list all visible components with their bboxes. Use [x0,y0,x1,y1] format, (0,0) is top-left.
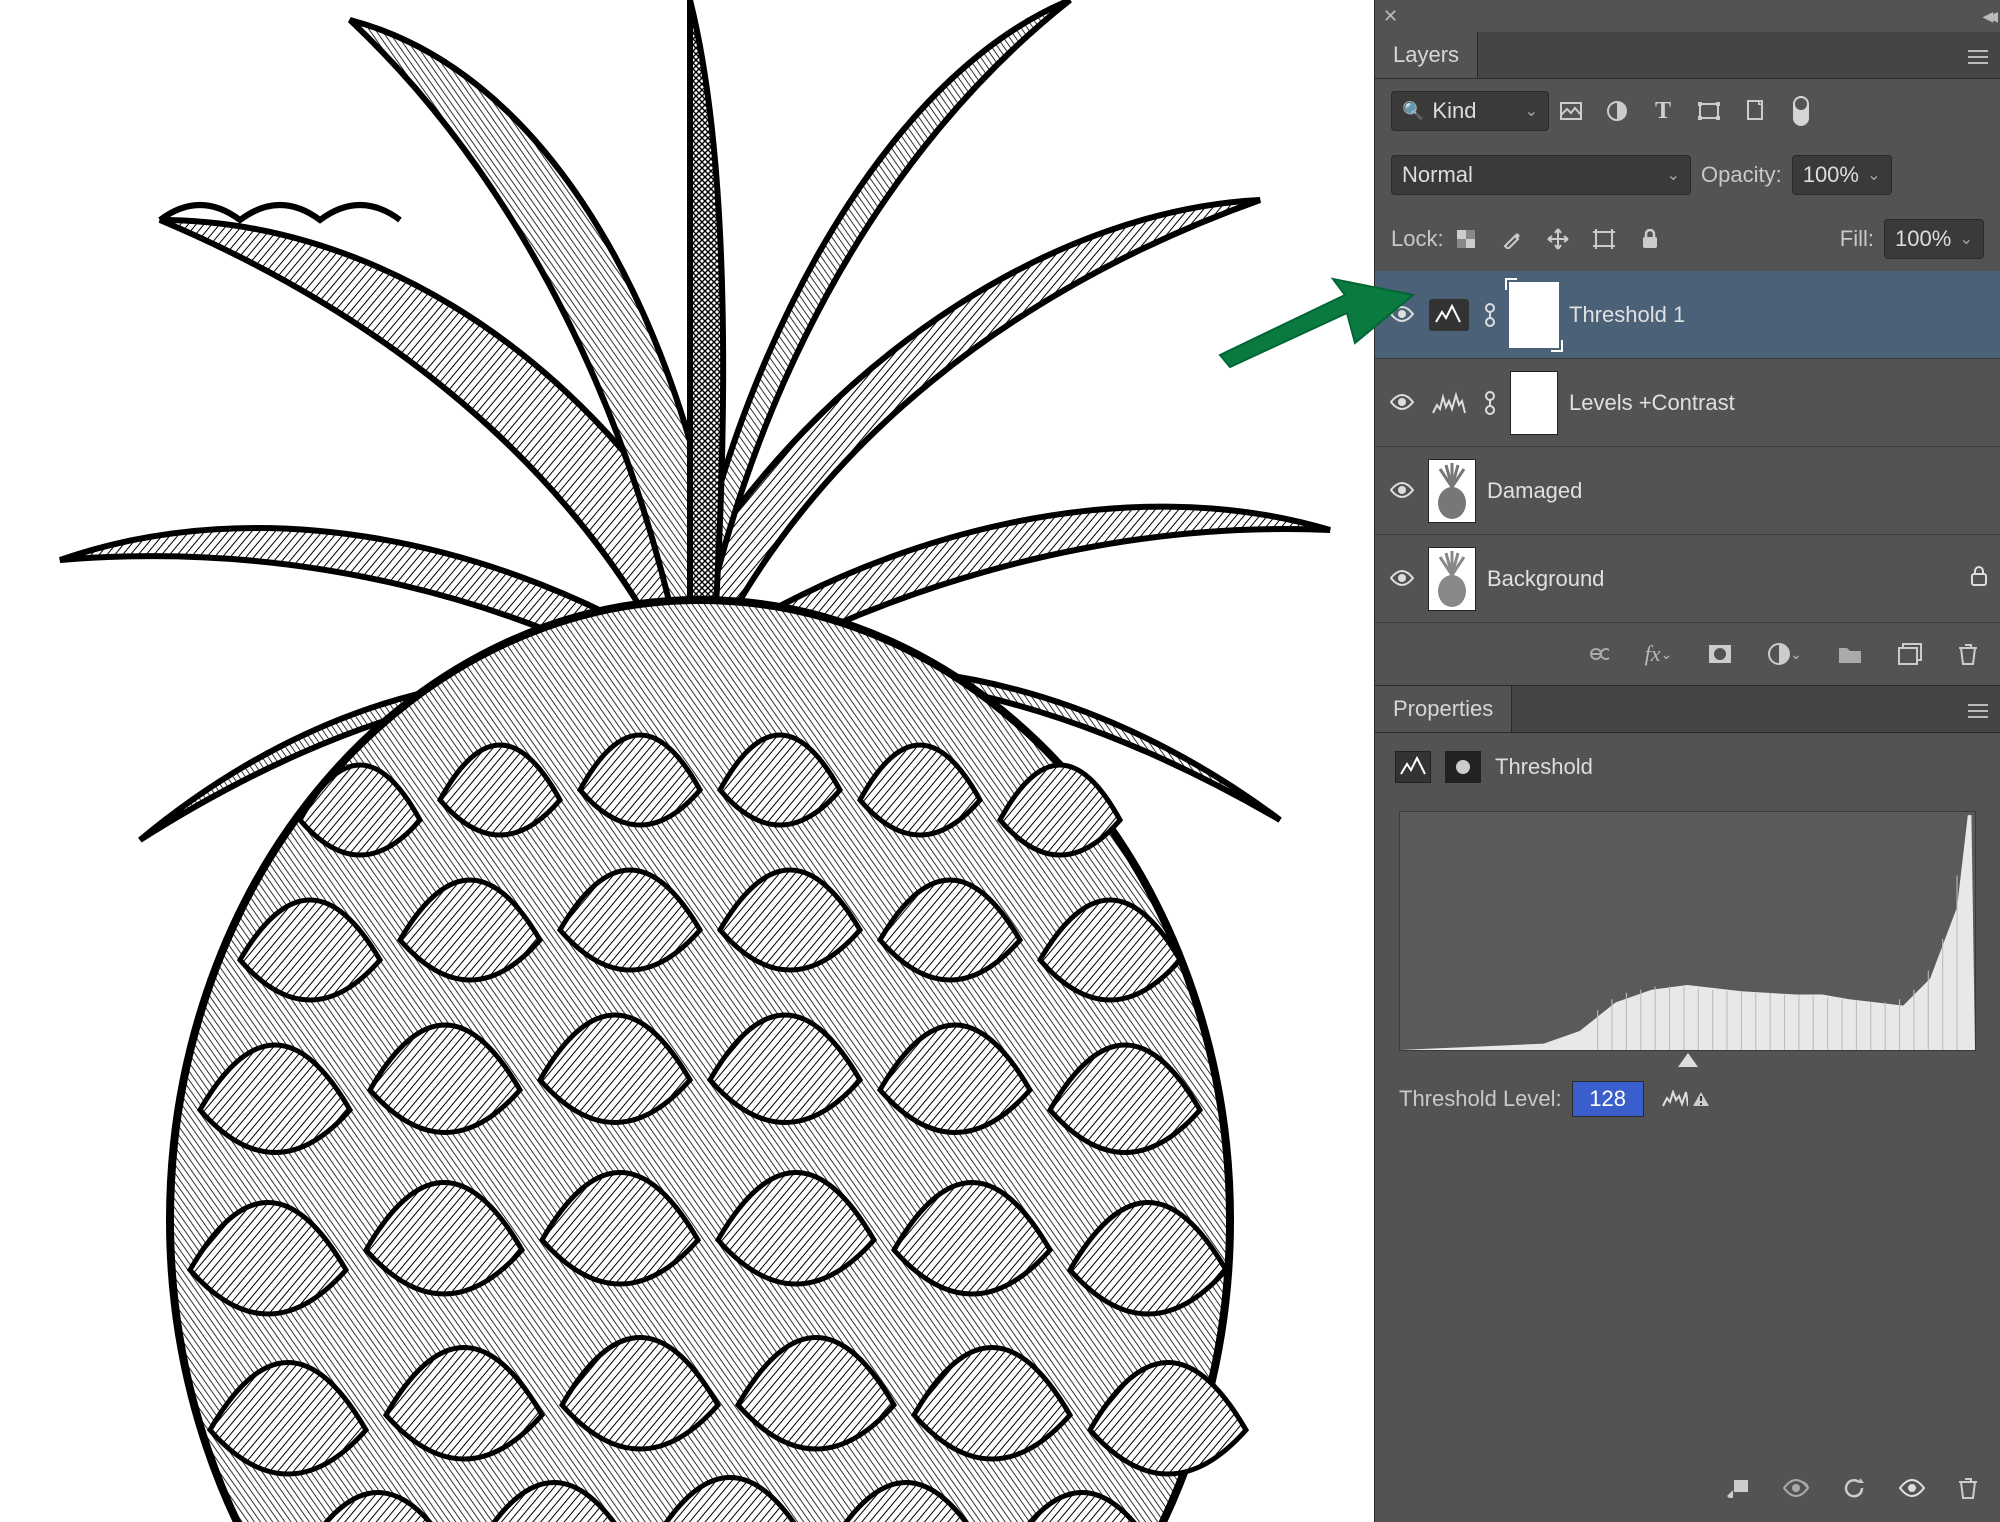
threshold-adjustment-icon [1429,299,1469,331]
fill-label: Fill: [1840,226,1874,252]
layer-thumbnail[interactable] [1429,548,1475,610]
collapse-panel-icon[interactable]: ◀◀ [1982,8,1992,25]
layer-list: Threshold 1 Levels +Contrast Damaged Bac… [1375,271,2000,623]
properties-bottom-toolbar [1375,1462,2000,1522]
blend-mode-select[interactable]: Normal ⌄ [1391,155,1691,195]
layer-background[interactable]: Background [1375,535,2000,623]
add-mask-icon[interactable] [1708,641,1732,667]
fill-value: 100% [1895,226,1951,252]
filter-pixel-icon[interactable] [1559,99,1583,123]
lock-position-icon[interactable] [1546,227,1570,251]
layer-name[interactable]: Background [1487,566,1604,592]
new-layer-icon[interactable] [1898,641,1922,667]
lock-icon[interactable] [1970,566,1988,592]
layer-levels-contrast[interactable]: Levels +Contrast [1375,359,2000,447]
delete-layer-icon[interactable] [1958,641,1978,667]
lock-artboard-icon[interactable] [1592,227,1616,251]
lock-transparency-icon[interactable] [1454,227,1478,251]
opacity-input[interactable]: 100% ⌄ [1792,155,1892,195]
properties-panel-tabs: Properties [1375,686,2000,733]
layer-name[interactable]: Damaged [1487,478,1582,504]
layer-mask-thumb[interactable] [1511,284,1557,346]
blend-mode-value: Normal [1402,162,1473,188]
view-previous-icon[interactable] [1782,1476,1810,1500]
visibility-toggle[interactable] [1387,566,1417,592]
reset-icon[interactable] [1842,1476,1866,1500]
chevron-down-icon: ⌄ [1960,229,1973,249]
opacity-label: Opacity: [1701,162,1782,188]
threshold-icon [1395,751,1431,783]
layer-name[interactable]: Threshold 1 [1569,302,1685,328]
visibility-toggle[interactable] [1387,478,1417,504]
threshold-histogram[interactable] [1399,811,1976,1051]
search-icon: 🔍 [1402,101,1424,122]
clip-to-layer-icon[interactable] [1726,1476,1750,1500]
layer-filter-kind-select[interactable]: 🔍 Kind ⌄ [1391,91,1549,131]
opacity-value: 100% [1803,162,1859,188]
document-canvas[interactable] [0,0,1374,1522]
filter-type-icon[interactable]: T [1651,99,1675,123]
toggle-visibility-icon[interactable] [1898,1476,1926,1500]
threshold-level-input[interactable] [1572,1081,1644,1117]
link-layers-icon[interactable] [1583,641,1609,667]
close-icon[interactable]: ✕ [1383,6,1398,27]
mask-icon[interactable] [1445,751,1481,783]
chevron-down-icon: ⌄ [1525,101,1538,121]
properties-header: Threshold [1375,733,2000,801]
add-adjustment-icon[interactable]: ⌄ [1768,641,1802,667]
link-mask-icon[interactable] [1481,390,1499,416]
layer-filter-row: 🔍 Kind ⌄ T [1375,79,2000,143]
layer-damaged[interactable]: Damaged [1375,447,2000,535]
lock-fill-row: Lock: Fill: 100% ⌄ [1375,207,2000,271]
chevron-down-icon: ⌄ [1867,165,1880,185]
layer-threshold-1[interactable]: Threshold 1 [1375,271,2000,359]
levels-adjustment-icon [1429,387,1469,419]
tab-properties[interactable]: Properties [1375,686,1512,732]
fill-input[interactable]: 100% ⌄ [1884,219,1984,259]
panel-menu-icon[interactable] [1956,42,2000,68]
slider-handle[interactable] [1678,1053,1698,1067]
adjustment-name: Threshold [1495,754,1593,780]
threshold-level-label: Threshold Level: [1399,1086,1562,1112]
layers-bottom-toolbar: fx⌄ ⌄ [1375,623,2000,686]
kind-label: Kind [1432,98,1476,124]
blend-opacity-row: Normal ⌄ Opacity: 100% ⌄ [1375,143,2000,207]
layer-name[interactable]: Levels +Contrast [1569,390,1735,416]
annotation-arrow [1215,265,1415,380]
right-panels: ✕ ◀◀ Layers 🔍 Kind ⌄ T Normal ⌄ Opacity: [1374,0,2000,1522]
visibility-toggle[interactable] [1387,390,1417,416]
link-mask-icon[interactable] [1481,302,1499,328]
threshold-level-row: Threshold Level: [1375,1081,2000,1117]
filter-toggle[interactable] [1789,99,1813,123]
artwork-pineapple [0,0,1374,1522]
panel-header-bar: ✕ ◀◀ [1375,0,2000,32]
clip-preview-icon[interactable] [1662,1090,1710,1108]
new-group-icon[interactable] [1838,641,1862,667]
delete-adjustment-icon[interactable] [1958,1476,1978,1500]
layers-panel-tabs: Layers [1375,32,2000,79]
chevron-down-icon: ⌄ [1667,165,1680,185]
lock-all-icon[interactable] [1638,227,1662,251]
layer-filter-icons: T [1559,99,1813,123]
layer-effects-icon[interactable]: fx⌄ [1645,641,1673,667]
panel-menu-icon[interactable] [1956,696,2000,722]
lock-label: Lock: [1391,226,1444,252]
filter-shape-icon[interactable] [1697,99,1721,123]
layer-thumbnail[interactable] [1429,460,1475,522]
layer-mask-thumb[interactable] [1511,372,1557,434]
filter-smart-icon[interactable] [1743,99,1767,123]
filter-adjustment-icon[interactable] [1605,99,1629,123]
tab-layers[interactable]: Layers [1375,32,1478,78]
lock-pixels-icon[interactable] [1500,227,1524,251]
threshold-slider[interactable] [1399,1055,1976,1067]
